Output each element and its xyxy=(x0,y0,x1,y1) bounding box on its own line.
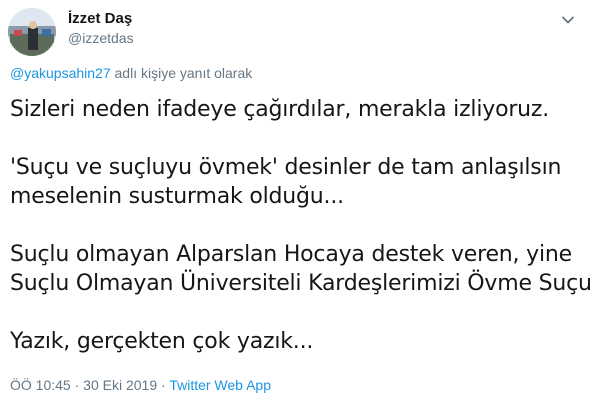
meta-separator: · xyxy=(70,377,84,393)
tweet: İzzet Daş @izzetdas @yakupsahin27 adlı k… xyxy=(0,0,590,408)
reply-mention-link[interactable]: @yakupsahin27 xyxy=(10,65,111,81)
tweet-line: Suçlu Olmayan Üniversiteli Kardeşlerimiz… xyxy=(10,271,590,296)
meta-separator: · xyxy=(157,377,170,393)
tweet-text: Sizleri neden ifadeye çağırdılar, merakl… xyxy=(10,95,590,356)
tweet-time[interactable]: ÖÖ 10:45 xyxy=(10,377,71,393)
tweet-line: meselenin susturmak olduğu... xyxy=(10,184,344,209)
author-name[interactable]: İzzet Daş xyxy=(68,10,132,27)
tweet-line: Yazık, gerçekten çok yazık... xyxy=(10,329,314,354)
tweet-metadata: ÖÖ 10:45 · 30 Eki 2019 · Twitter Web App xyxy=(10,377,271,393)
author-handle[interactable]: @izzetdas xyxy=(68,30,134,46)
tweet-line: Suçlu olmayan Alparslan Hocaya destek ve… xyxy=(10,242,572,267)
chevron-down-icon[interactable] xyxy=(560,12,576,28)
tweet-line: 'Suçu ve suçluyu övmek' desinler de tam … xyxy=(10,155,562,180)
reply-suffix: adlı kişiye yanıt olarak xyxy=(110,65,253,81)
tweet-line: Sizleri neden ifadeye çağırdılar, merakl… xyxy=(10,97,550,122)
source-link[interactable]: Twitter Web App xyxy=(169,377,271,393)
avatar[interactable] xyxy=(8,8,56,56)
reply-context: @yakupsahin27 adlı kişiye yanıt olarak xyxy=(10,65,252,81)
tweet-date[interactable]: 30 Eki 2019 xyxy=(83,377,157,393)
